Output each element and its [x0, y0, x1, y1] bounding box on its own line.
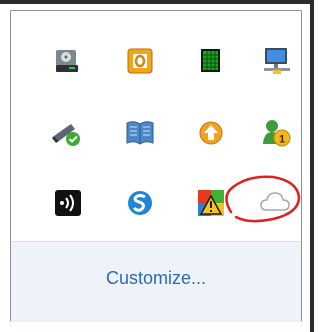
user-badge-icon[interactable]: 1 — [260, 116, 294, 150]
sound-wave-icon[interactable] — [51, 186, 85, 220]
blue-s-icon[interactable] — [123, 186, 157, 220]
network-connection-icon[interactable] — [260, 44, 294, 78]
orange-update-arrow-icon[interactable] — [194, 116, 228, 150]
user-badge-count: 1 — [279, 134, 285, 146]
removable-drive-icon[interactable] — [51, 44, 85, 78]
cloud-sync-icon[interactable] — [258, 185, 292, 219]
green-chip-icon[interactable] — [194, 44, 228, 78]
customize-link[interactable]: Customize... — [11, 268, 301, 289]
notification-area-overflow-flyout: 1 Customize... — [10, 10, 302, 322]
office-upload-icon[interactable] — [123, 44, 157, 78]
tray-icon-grid: 1 — [11, 11, 301, 241]
action-center-warning-icon[interactable] — [194, 186, 228, 220]
flyout-footer: Customize... — [11, 241, 301, 322]
book-icon[interactable] — [123, 116, 157, 150]
safely-remove-usb-icon[interactable] — [51, 116, 85, 150]
